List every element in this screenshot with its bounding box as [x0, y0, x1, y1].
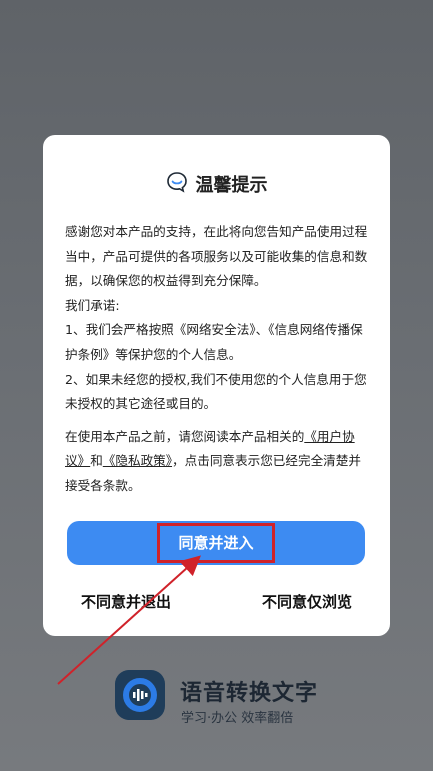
- notice-paragraph: 在使用本产品之前，请您阅读本产品相关的《用户协议》和《隐私政策》，点击同意表示您…: [65, 425, 370, 499]
- dialog-body: 感谢您对本产品的支持，在此将向您告知产品使用过程当中，产品可提供的各项服务以及可…: [65, 220, 370, 499]
- app-logo-icon: [115, 670, 165, 720]
- disagree-browse-button[interactable]: 不同意仅浏览: [262, 591, 352, 615]
- intro-paragraph: 感谢您对本产品的支持，在此将向您告知产品使用过程当中，产品可提供的各项服务以及可…: [65, 224, 368, 289]
- notice-and: 和: [90, 453, 103, 469]
- privacy-dialog: 温馨提示 感谢您对本产品的支持，在此将向您告知产品使用过程当中，产品可提供的各项…: [43, 135, 390, 636]
- app-slogan: 学习·办公 效率翻倍: [181, 711, 294, 726]
- notice-prefix: 在使用本产品之前，请您阅读本产品相关的: [65, 428, 305, 444]
- agree-button-label: 同意并进入: [157, 523, 275, 563]
- promise-item-1: 1、我们会严格按照《网络安全法》、《信息网络传播保护条例》等保护您的个人信息。: [65, 322, 363, 362]
- promise-item-2: 2、如果未经您的授权,我们不使用您的个人信息用于您未授权的其它途径或目的。: [65, 371, 367, 412]
- app-name: 语音转换文字: [180, 681, 319, 706]
- chat-bubble-icon: [166, 171, 188, 197]
- dialog-title: 温馨提示: [195, 175, 268, 196]
- disagree-exit-button[interactable]: 不同意并退出: [81, 591, 171, 615]
- secondary-actions: 不同意并退出 不同意仅浏览: [43, 591, 390, 615]
- privacy-policy-link[interactable]: 《隐私政策》: [103, 453, 172, 468]
- agree-and-enter-button[interactable]: 同意并进入: [67, 521, 365, 565]
- dialog-header: 温馨提示: [43, 169, 390, 199]
- promise-heading: 我们承诺:: [65, 297, 120, 313]
